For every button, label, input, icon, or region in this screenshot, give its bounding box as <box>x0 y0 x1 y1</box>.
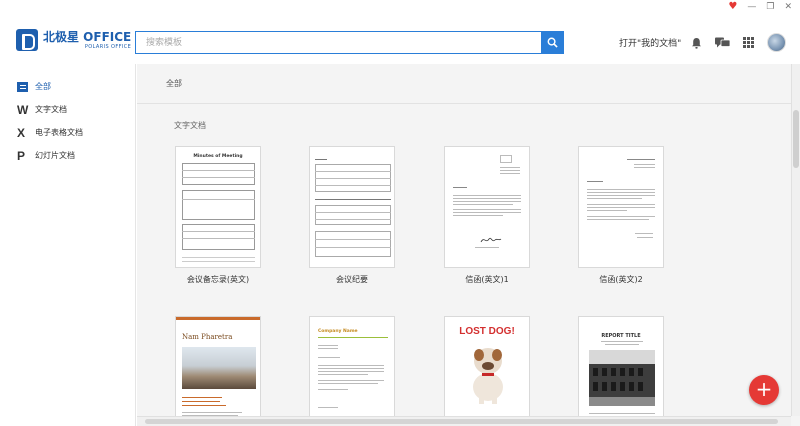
template-thumbnail: Company Name <box>309 316 395 426</box>
template-thumbnail <box>444 146 530 268</box>
thumb-title: LOST DOG! <box>459 326 515 337</box>
section-title: 文字文档 <box>174 121 206 130</box>
room-photo <box>182 347 256 389</box>
slide-icon: P <box>17 148 26 163</box>
template-thumbnail <box>309 146 395 268</box>
brand-sub: POLARIS OFFICE <box>84 43 132 50</box>
open-my-documents-link[interactable]: 打开"我的文档" <box>619 36 681 49</box>
search-input[interactable] <box>136 32 541 53</box>
bulldog-image <box>473 348 503 404</box>
template-thumbnail: Nam Pharetra <box>175 316 261 426</box>
logo[interactable]: 北极星 OFFICE POLARIS OFFICE <box>16 29 131 51</box>
heart-icon[interactable]: ♥ <box>728 0 737 14</box>
thumb-title: Company Name <box>318 329 358 334</box>
template-card[interactable]: Company Name <box>309 316 395 426</box>
sidebar-item-label: 电子表格文档 <box>35 128 83 137</box>
sidebar-item-sheet[interactable]: X 电子表格文档 <box>0 121 135 144</box>
close-icon[interactable]: ✕ <box>784 0 792 14</box>
sidebar-item-slide[interactable]: P 幻灯片文档 <box>0 144 135 167</box>
avatar[interactable] <box>767 33 786 52</box>
search-button[interactable] <box>541 32 563 53</box>
template-label: 会议纪要 <box>336 275 368 284</box>
thumb-title: REPORT TITLE <box>601 333 641 339</box>
template-card[interactable]: REPORT TITLE <box>578 316 664 426</box>
sidebar-item-all[interactable]: 全部 <box>0 75 135 98</box>
brand-name: 北极星 OFFICE <box>43 29 132 44</box>
template-card[interactable]: 信函(英文)2 <box>578 146 664 284</box>
restore-icon[interactable]: ❐ <box>766 0 774 14</box>
search-box <box>135 31 564 54</box>
template-thumbnail: REPORT TITLE <box>578 316 664 426</box>
sheet-icon: X <box>17 125 26 140</box>
window-controls: ♥ — ❐ ✕ <box>728 0 800 14</box>
template-label: 信函(英文)1 <box>465 275 509 284</box>
sidebar-item-label: 文字文档 <box>35 105 67 114</box>
thumb-title: Minutes of Meeting <box>193 154 243 159</box>
thumb-title: Nam Pharetra <box>182 333 233 341</box>
all-docs-icon <box>17 81 28 92</box>
main-content: 全部 文字文档 Minutes of Meeting 会议备忘录(英文) 会议纪… <box>137 64 800 426</box>
bell-icon[interactable] <box>691 37 702 49</box>
new-document-button[interactable]: + <box>749 375 779 405</box>
breadcrumb: 全部 <box>137 64 800 104</box>
template-card[interactable]: 会议纪要 <box>309 146 395 284</box>
search-icon <box>547 37 558 48</box>
sidebar-item-label: 全部 <box>35 82 51 91</box>
polaris-logo-icon <box>16 29 38 51</box>
sidebar: 全部 W 文字文档 X 电子表格文档 P 幻灯片文档 <box>0 64 136 426</box>
template-card[interactable]: 信函(英文)1 <box>444 146 530 284</box>
chat-icon[interactable] <box>715 37 730 49</box>
horizontal-scrollbar[interactable] <box>137 416 791 426</box>
template-card[interactable]: Nam Pharetra <box>175 316 261 426</box>
template-thumbnail: Minutes of Meeting <box>175 146 261 268</box>
vertical-scrollbar[interactable] <box>791 64 800 416</box>
apps-grid-icon[interactable] <box>743 37 754 48</box>
colosseum-image <box>589 350 655 406</box>
sidebar-item-label: 幻灯片文档 <box>35 151 75 160</box>
template-card[interactable]: LOST DOG! <box>444 316 530 426</box>
minimize-icon[interactable]: — <box>747 0 756 14</box>
word-icon: W <box>17 102 29 117</box>
app-window: ♥ — ❐ ✕ 北极星 OFFICE POLARIS OFFICE 打开"我的文… <box>0 0 800 426</box>
template-thumbnail: LOST DOG! <box>444 316 530 426</box>
sidebar-item-word[interactable]: W 文字文档 <box>0 98 135 121</box>
template-label: 信函(英文)2 <box>599 275 643 284</box>
template-card[interactable]: Minutes of Meeting 会议备忘录(英文) <box>175 146 261 284</box>
template-thumbnail <box>578 146 664 268</box>
template-label: 会议备忘录(英文) <box>186 275 250 284</box>
signature-icon <box>480 237 502 243</box>
header: 北极星 OFFICE POLARIS OFFICE 打开"我的文档" <box>0 14 800 64</box>
